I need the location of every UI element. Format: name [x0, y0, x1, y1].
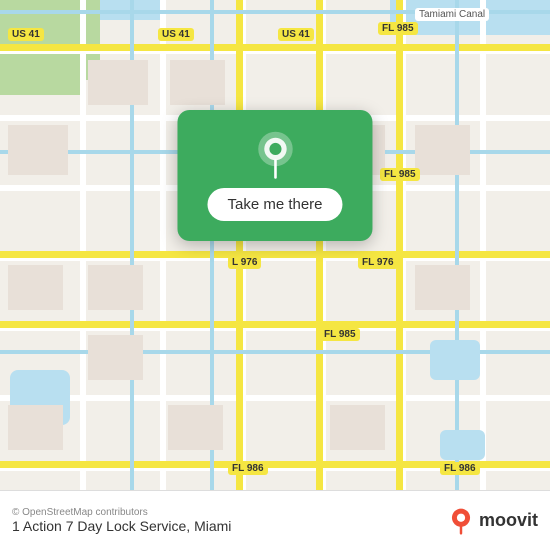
block7 [88, 335, 143, 380]
location-info: © OpenStreetMap contributors 1 Action 7 … [12, 507, 447, 534]
road-label-us41-1: US 41 [8, 28, 44, 41]
moovit-icon [447, 507, 475, 535]
block11 [415, 125, 470, 175]
block9 [168, 405, 223, 450]
block10 [330, 405, 385, 450]
block5 [8, 265, 63, 310]
road-label-fl985-2: FL 985 [380, 168, 420, 181]
road-label-fl986-2: FL 986 [440, 462, 480, 475]
map-container: US 41 US 41 US 41 FL 985 FL 985 FL 985 L… [0, 0, 550, 550]
road-label-us41-3: US 41 [278, 28, 314, 41]
moovit-text: moovit [479, 510, 538, 531]
moovit-logo: moovit [447, 507, 538, 535]
road-label-fl985-3: FL 985 [320, 328, 360, 341]
water-patch2 [430, 340, 480, 380]
map-background: US 41 US 41 US 41 FL 985 FL 985 FL 985 L… [0, 0, 550, 550]
highway-v3 [396, 0, 403, 550]
highway-h3 [0, 321, 550, 328]
take-me-there-button[interactable]: Take me there [207, 188, 342, 221]
popup-card: Take me there [177, 110, 372, 241]
osm-attribution: © OpenStreetMap contributors [12, 507, 447, 518]
road-label-fl976-2: FL 976 [358, 256, 398, 269]
location-pin-icon [250, 130, 300, 180]
highway-h1 [0, 44, 550, 51]
business-name: 1 Action 7 Day Lock Service, Miami [12, 518, 447, 534]
road-label-us41-2: US 41 [158, 28, 194, 41]
block12 [415, 265, 470, 310]
block1 [88, 60, 148, 105]
road-label-tamiami: Tamiami Canal [415, 8, 489, 21]
highway-v2 [316, 0, 323, 550]
road-label-fl985-1: FL 985 [378, 22, 418, 35]
road-label-fl986-1: FL 986 [228, 462, 268, 475]
road-label-fl976-1: L 976 [228, 256, 261, 269]
bottom-bar: © OpenStreetMap contributors 1 Action 7 … [0, 490, 550, 550]
block2 [170, 60, 225, 105]
water-patch3 [440, 430, 485, 460]
block3 [8, 125, 68, 175]
block8 [8, 405, 63, 450]
highway-h2 [0, 251, 550, 258]
block6 [88, 265, 143, 310]
